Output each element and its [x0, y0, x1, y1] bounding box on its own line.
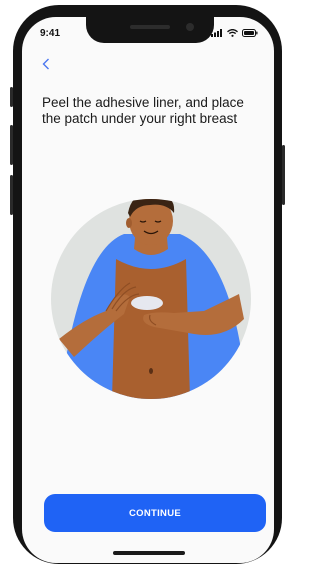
wifi-icon — [227, 29, 238, 37]
status-time: 9:41 — [40, 28, 61, 39]
signal-icon — [211, 29, 222, 37]
app-screen: 9:41 Peel the adhesive liner, and place … — [22, 17, 274, 563]
volume-down-button — [10, 175, 13, 215]
continue-button[interactable]: CONTINUE — [44, 494, 266, 532]
speaker — [130, 25, 170, 29]
patch-placement-illustration — [51, 199, 251, 399]
instruction-title: Peel the adhesive liner, and place the p… — [42, 95, 244, 126]
battery-icon — [242, 29, 258, 37]
back-button[interactable] — [42, 57, 50, 75]
camera — [186, 23, 194, 31]
home-indicator — [113, 551, 185, 555]
mute-switch — [10, 87, 13, 107]
volume-up-button — [10, 125, 13, 165]
notch — [86, 17, 214, 43]
chevron-left-icon — [42, 58, 49, 70]
power-button — [282, 145, 285, 205]
status-icons — [211, 29, 258, 37]
